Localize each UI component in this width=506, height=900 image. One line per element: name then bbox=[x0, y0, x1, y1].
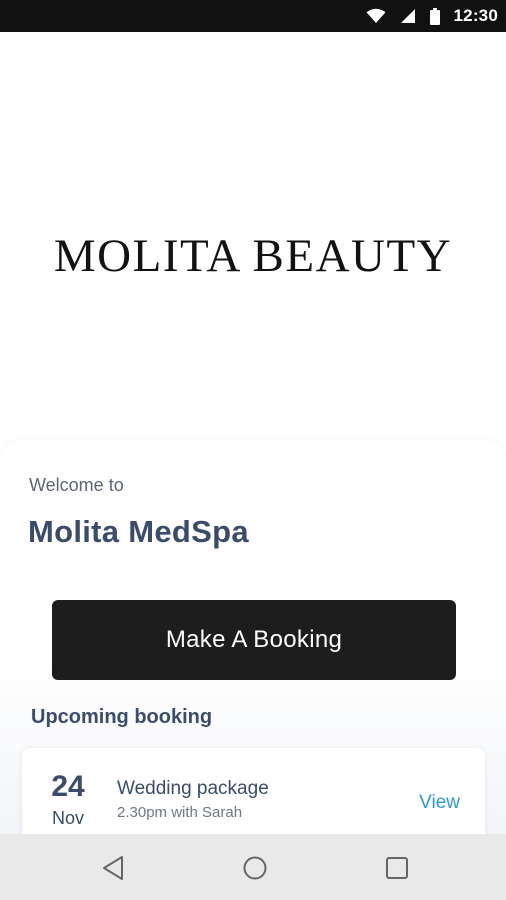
status-time: 12:30 bbox=[453, 6, 498, 25]
hero-banner: MOLITA BEAUTY bbox=[0, 32, 506, 452]
wifi-icon bbox=[366, 8, 386, 24]
view-booking-link[interactable]: View bbox=[419, 792, 460, 814]
back-icon[interactable] bbox=[97, 852, 129, 884]
home-icon[interactable] bbox=[239, 852, 271, 884]
status-icons: 12:30 bbox=[366, 0, 498, 32]
booking-details: 2.30pm with Sarah bbox=[117, 804, 243, 821]
upcoming-booking-title: Upcoming booking bbox=[31, 706, 213, 728]
cellular-signal-icon bbox=[400, 8, 416, 24]
venue-name: Molita MedSpa bbox=[28, 514, 249, 549]
battery-icon bbox=[429, 7, 440, 25]
booking-day: 24 bbox=[51, 770, 85, 803]
welcome-text: Welcome to bbox=[29, 475, 124, 495]
make-booking-button[interactable]: Make A Booking bbox=[52, 600, 456, 680]
booking-month: Nov bbox=[51, 808, 84, 828]
recent-apps-icon[interactable] bbox=[381, 852, 413, 884]
brand-logo: MOLITA BEAUTY bbox=[53, 230, 453, 282]
status-bar: 12:30 bbox=[0, 0, 506, 32]
system-nav-bar bbox=[0, 834, 506, 900]
booking-service: Wedding package bbox=[117, 778, 269, 799]
